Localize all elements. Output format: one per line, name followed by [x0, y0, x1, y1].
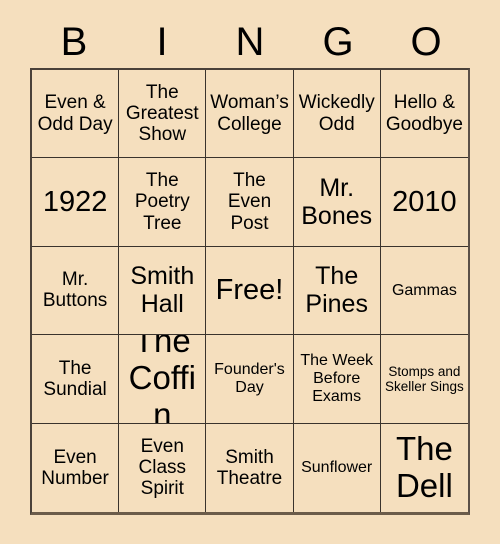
- bingo-grid: Even & Odd Day The Greatest Show Woman’s…: [30, 68, 470, 515]
- bingo-cell-label: 2010: [392, 185, 457, 218]
- bingo-cell-label: Smith Hall: [130, 262, 195, 319]
- bingo-cell-label: Founder's Day: [214, 360, 285, 396]
- bingo-cell[interactable]: The Pines: [293, 246, 381, 336]
- bingo-cell-free[interactable]: Free!: [206, 246, 294, 336]
- bingo-cell-label: Free!: [215, 274, 284, 307]
- bingo-cell-label: The Poetry Tree: [134, 170, 190, 234]
- bingo-cell[interactable]: The Week Before Exams: [293, 335, 381, 424]
- bingo-cell-label: Stomps and Skeller Sings: [384, 363, 464, 394]
- bingo-cell[interactable]: The Greatest Show: [119, 70, 207, 159]
- bingo-cell[interactable]: Even Class Spirit: [119, 423, 207, 512]
- bingo-cell[interactable]: Even & Odd Day: [32, 70, 120, 159]
- header-letter-n: N: [235, 20, 265, 64]
- bingo-cell[interactable]: The Coffin: [119, 335, 207, 424]
- bingo-cell[interactable]: The Sundial: [32, 335, 120, 424]
- bingo-cell[interactable]: Sunflower: [293, 423, 381, 512]
- bingo-cell[interactable]: 2010: [380, 158, 468, 247]
- bingo-cell[interactable]: Hello & Goodbye: [380, 70, 468, 159]
- bingo-cell[interactable]: Founder's Day: [206, 335, 294, 424]
- header-letter-b: B: [60, 20, 88, 64]
- bingo-cell[interactable]: Mr. Buttons: [32, 246, 120, 336]
- bingo-cell-label: The Pines: [305, 262, 368, 319]
- bingo-cell[interactable]: Mr. Bones: [293, 158, 381, 247]
- bingo-cell-label: Even Class Spirit: [138, 435, 187, 500]
- bingo-cell-label: The Dell: [395, 429, 453, 504]
- bingo-cell-label: The Coffin: [128, 335, 196, 424]
- bingo-cell-label: Even & Odd Day: [37, 92, 113, 135]
- bingo-cell[interactable]: The Poetry Tree: [119, 158, 207, 247]
- bingo-cell-label: 1922: [42, 185, 108, 218]
- bingo-cell[interactable]: Gammas: [380, 246, 468, 336]
- bingo-cell-label: Mr. Buttons: [42, 269, 108, 312]
- bingo-cell-label: Smith Theatre: [216, 446, 283, 489]
- bingo-cell[interactable]: Woman’s College: [206, 70, 294, 159]
- bingo-cell[interactable]: The Even Post: [206, 158, 294, 247]
- bingo-cell[interactable]: Even Number: [32, 423, 120, 512]
- bingo-cell[interactable]: The Dell: [380, 423, 468, 512]
- bingo-cell[interactable]: 1922: [32, 158, 120, 247]
- bingo-cell-label: The Greatest Show: [125, 81, 199, 146]
- bingo-cell-label: Hello & Goodbye: [385, 92, 463, 135]
- bingo-card: B I N G O Even & Odd Day The Greatest Sh…: [0, 0, 500, 544]
- bingo-cell-label: Even Number: [41, 446, 109, 489]
- bingo-cell[interactable]: Smith Hall: [119, 246, 207, 336]
- bingo-cell[interactable]: Smith Theatre: [206, 423, 294, 512]
- bingo-cell-label: Woman’s College: [210, 92, 289, 135]
- header-letter-o: O: [410, 20, 442, 64]
- bingo-cell-label: The Even Post: [227, 170, 272, 234]
- bingo-cell-label: Wickedly Odd: [298, 92, 375, 135]
- header-letter-i: I: [156, 20, 168, 64]
- bingo-cell-label: The Sundial: [43, 357, 107, 400]
- bingo-cell[interactable]: Wickedly Odd: [293, 70, 381, 159]
- bingo-cell[interactable]: Stomps and Skeller Sings: [380, 335, 468, 424]
- bingo-cell-label: Mr. Bones: [301, 174, 373, 231]
- bingo-cell-label: Gammas: [391, 281, 457, 299]
- bingo-cell-label: Sunflower: [301, 458, 373, 476]
- bingo-header: B I N G O: [30, 16, 470, 68]
- header-letter-g: G: [322, 20, 354, 64]
- bingo-cell-label: The Week Before Exams: [300, 352, 373, 405]
